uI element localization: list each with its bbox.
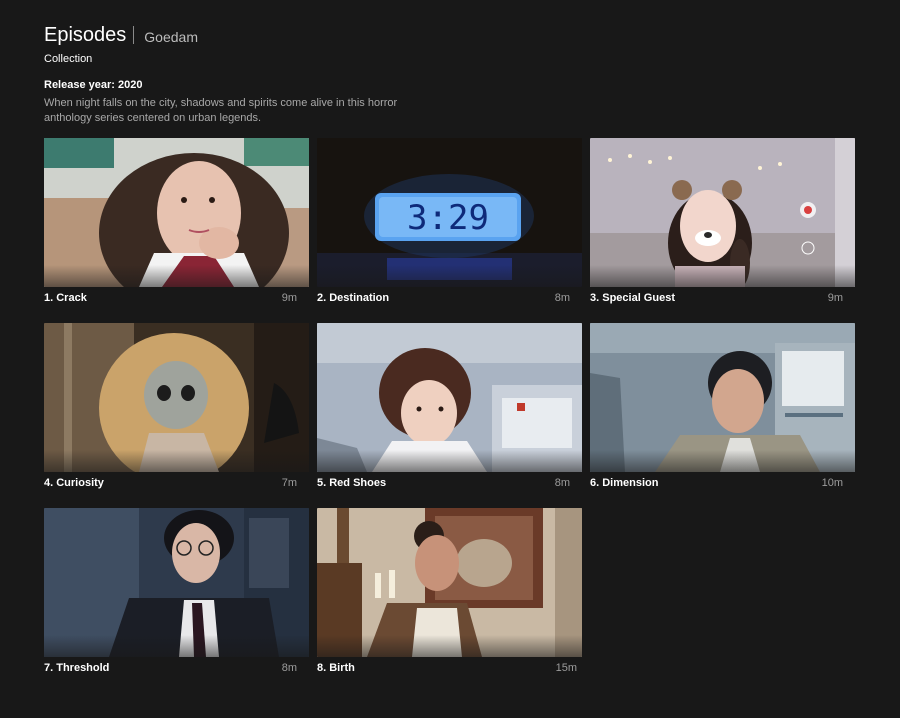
episode-duration: 8m	[554, 291, 570, 304]
episode-thumbnail-7[interactable]	[44, 508, 309, 657]
episode-title: 6. Dimension	[590, 476, 659, 489]
episode-meta-8: 8. Birth 15m	[317, 657, 582, 677]
episode-thumbnail-5[interactable]	[317, 323, 582, 472]
episode-title: 7. Threshold	[44, 661, 110, 674]
episode-meta-1: 1. Crack 9m	[44, 287, 309, 307]
episode-duration: 15m	[555, 661, 577, 674]
episode-card-1[interactable]: 1. Crack 9m	[44, 138, 309, 306]
episode-title: 8. Birth	[317, 661, 355, 674]
episode-meta-4: 4. Curiosity 7m	[44, 472, 309, 492]
episode-thumbnail-6[interactable]	[590, 323, 855, 472]
episode-title: 1. Crack	[44, 291, 87, 304]
episode-title: 2. Destination	[317, 291, 390, 304]
episode-duration: 8m	[554, 476, 570, 489]
episode-meta-6: 6. Dimension 10m	[590, 472, 855, 492]
episode-card-5[interactable]: 5. Red Shoes 8m	[317, 323, 582, 491]
episode-meta-3: 3. Special Guest 9m	[590, 287, 855, 307]
episode-thumbnail-2[interactable]: 3:29	[317, 138, 582, 287]
episode-card-3[interactable]: 3. Special Guest 9m	[590, 138, 855, 306]
episode-grid: 1. Crack 9m 3:29 2. Destination 8m 3. Sp…	[44, 138, 856, 676]
episode-title: 4. Curiosity	[44, 476, 104, 489]
clock-display: 3:29	[407, 198, 489, 238]
title-row: Episodes Goedam	[44, 22, 864, 48]
episode-card-8[interactable]: 8. Birth 15m	[317, 508, 582, 676]
episode-card-6[interactable]: 6. Dimension 10m	[590, 323, 855, 491]
collection-label: Collection	[44, 53, 93, 65]
page-title: Episodes	[44, 24, 127, 46]
show-name: Goedam	[144, 28, 198, 45]
episode-duration: 8m	[281, 661, 297, 674]
episode-card-4[interactable]: 4. Curiosity 7m	[44, 323, 309, 491]
episode-thumbnail-3[interactable]	[590, 138, 855, 287]
release-year: Release year: 2020	[44, 79, 143, 91]
episode-title: 5. Red Shoes	[317, 476, 387, 489]
episode-duration: 10m	[821, 476, 843, 489]
episode-thumbnail-4[interactable]	[44, 323, 309, 472]
episode-title: 3. Special Guest	[590, 291, 675, 304]
episode-duration: 9m	[281, 291, 297, 304]
episode-thumbnail-8[interactable]	[317, 508, 582, 657]
show-synopsis: When night falls on the city, shadows an…	[44, 97, 398, 124]
episode-card-2[interactable]: 3:29 2. Destination 8m	[317, 138, 582, 306]
title-divider	[133, 26, 135, 44]
episode-duration: 7m	[281, 476, 297, 489]
episode-meta-2: 2. Destination 8m	[317, 287, 582, 307]
episode-thumbnail-1[interactable]	[44, 138, 309, 287]
episodes-header: Episodes Goedam Collection Release year:…	[44, 22, 864, 126]
episode-duration: 9m	[827, 291, 843, 304]
episode-meta-5: 5. Red Shoes 8m	[317, 472, 582, 492]
episode-card-7[interactable]: 7. Threshold 8m	[44, 508, 309, 676]
episode-meta-7: 7. Threshold 8m	[44, 657, 309, 677]
